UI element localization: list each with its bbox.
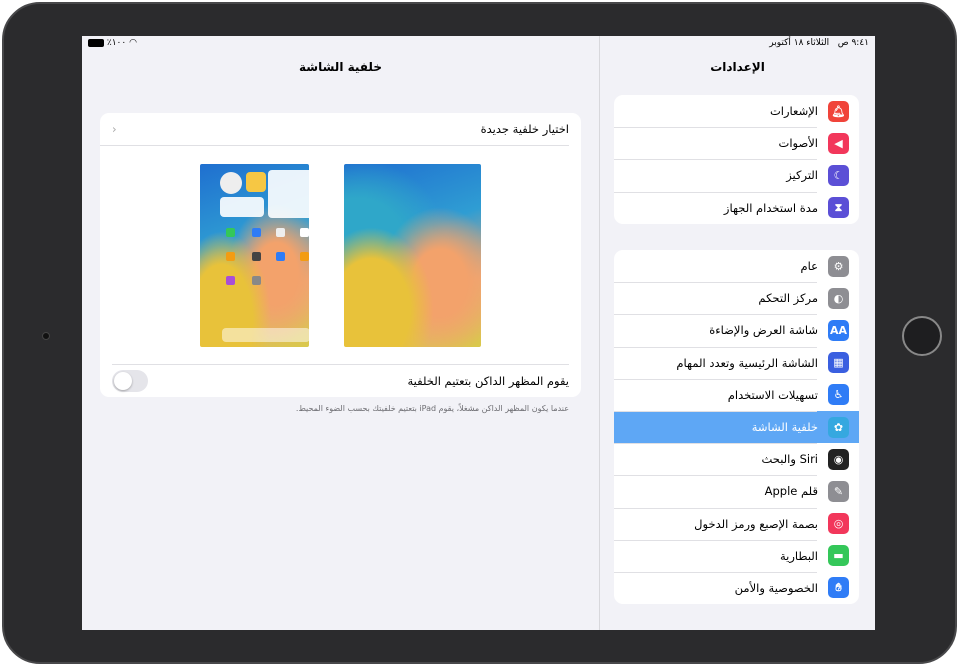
status-date: الثلاثاء ١٨ أكتوبر [769,38,830,48]
sidebar-item-label: البطارية [779,548,818,563]
sidebar-item-label: الخصوصية والأمن [734,580,818,595]
settings-group-1: 🔔︎ الإشعارات ◀ الأصوات ☾ التركيز ⧗ مدة استخدام … [614,95,859,224]
home-button[interactable] [902,316,942,356]
hourglass-icon: ⧗ [828,197,849,219]
sidebar-item[interactable]: ♿︎ تسهيلات الاستخدام [614,379,859,411]
choose-wallpaper-label: اختيار خلفية جديدة [480,122,569,136]
grid-icon: ▦ [828,352,849,374]
text-size-icon: AA [828,319,849,341]
gear-icon: ⚙ [828,255,849,277]
siri-icon: ◉ [828,448,849,470]
sidebar-item-label: Siri والبحث [761,452,818,467]
toggles-icon: ◐ [828,287,849,309]
wallpaper-detail: ٪١٠٠ ◠ خلفية الشاشة اختيار خلفية جديدة ‹… [82,36,599,630]
battery-icon: ▬ [828,545,849,567]
speaker-icon: ◀ [828,132,849,154]
wifi-icon: ◠ [129,38,137,48]
sidebar-item-label: الأصوات [778,136,818,151]
choose-wallpaper-row[interactable]: اختيار خلفية جديدة ‹ [100,113,581,145]
sidebar-item[interactable]: ◐ مركز التحكم [614,282,859,314]
sidebar-item[interactable]: ⚙ عام [614,250,859,282]
settings-group-2: ⚙ عام ◐ مركز التحكم AA شاشة العرض والإضاءة ▦ ال… [614,250,859,605]
settings-sidebar: ٩:٤١ ص الثلاثاء ١٨ أكتوبر الإعدادات 🔔︎ ال… [599,36,875,630]
sidebar-item-label: الشاشة الرئيسية وتعدد المهام [676,355,818,370]
sidebar-item[interactable]: ☾ التركيز [614,159,859,191]
camera [42,332,50,340]
dark-dims-row: يقوم المظهر الداكن بتعتيم الخلفية [100,365,581,397]
sidebar-item-label: الإشعارات [769,104,818,119]
sidebar-item[interactable]: 🔔︎ الإشعارات [614,95,859,127]
sidebar-item[interactable]: ▬ البطارية [614,540,859,572]
sidebar-item-label: شاشة العرض والإضاءة [709,323,818,338]
sidebar-item-label: تسهيلات الاستخدام [727,387,818,402]
dark-dims-toggle[interactable] [112,370,148,392]
home-screen-preview[interactable] [200,164,309,347]
sidebar-item-label: قلم Apple [764,484,818,499]
pencil-icon: ✎ [828,480,849,502]
sidebar-item[interactable]: ✎ قلم Apple [614,475,859,507]
accessibility-icon: ♿︎ [828,384,849,406]
sidebar-item-label: مدة استخدام الجهاز [723,200,818,215]
sidebar-item[interactable]: ◎ بصمة الإصبع ورمز الدخول [614,508,859,540]
sidebar-item[interactable]: ◉ Siri والبحث [614,443,859,475]
battery-percent: ٪١٠٠ [106,38,127,48]
battery-icon [88,38,104,47]
sidebar-item-label: عام [800,259,819,274]
sidebar-item[interactable]: ✿ خلفية الشاشة [614,410,859,444]
sidebar-item-label: خلفية الشاشة [751,420,818,435]
dark-dims-label: يقوم المظهر الداكن بتعتيم الخلفية [407,374,569,388]
status-right: ٪١٠٠ ◠ [88,38,137,48]
status-left: ٩:٤١ ص الثلاثاء ١٨ أكتوبر [769,38,869,48]
lock-screen-preview[interactable] [344,164,481,347]
sidebar-item[interactable]: ◀ الأصوات [614,127,859,159]
sidebar-item[interactable]: ⧗ مدة استخدام الجهاز [614,192,859,224]
moon-icon: ☾ [828,164,849,186]
sidebar-item-label: مركز التحكم [758,291,818,306]
status-time: ٩:٤١ ص [837,38,869,48]
sidebar-item-label: بصمة الإصبع ورمز الدخول [694,516,818,531]
wallpaper-card: اختيار خلفية جديدة ‹ يقوم المظهر الداكن … [100,113,581,397]
sidebar-title: الإعدادات [710,60,765,74]
bell-icon: 🔔︎ [828,100,849,122]
chevron-icon: ‹ [112,122,117,136]
screen: ٪١٠٠ ◠ خلفية الشاشة اختيار خلفية جديدة ‹… [82,36,875,630]
flower-icon: ✿ [828,416,849,438]
page-title: خلفية الشاشة [299,60,382,74]
hand-icon: ✋︎ [828,577,849,599]
footer-note: عندما يكون المظهر الداكن مشغلاً، يقوم iP… [295,404,569,413]
sidebar-item[interactable]: ▦ الشاشة الرئيسية وتعدد المهام [614,347,859,379]
fingerprint-icon: ◎ [828,513,849,535]
sidebar-item-label: التركيز [786,168,818,183]
sidebar-item[interactable]: ✋︎ الخصوصية والأمن [614,572,859,604]
sidebar-item[interactable]: AA شاشة العرض والإضاءة [614,314,859,346]
